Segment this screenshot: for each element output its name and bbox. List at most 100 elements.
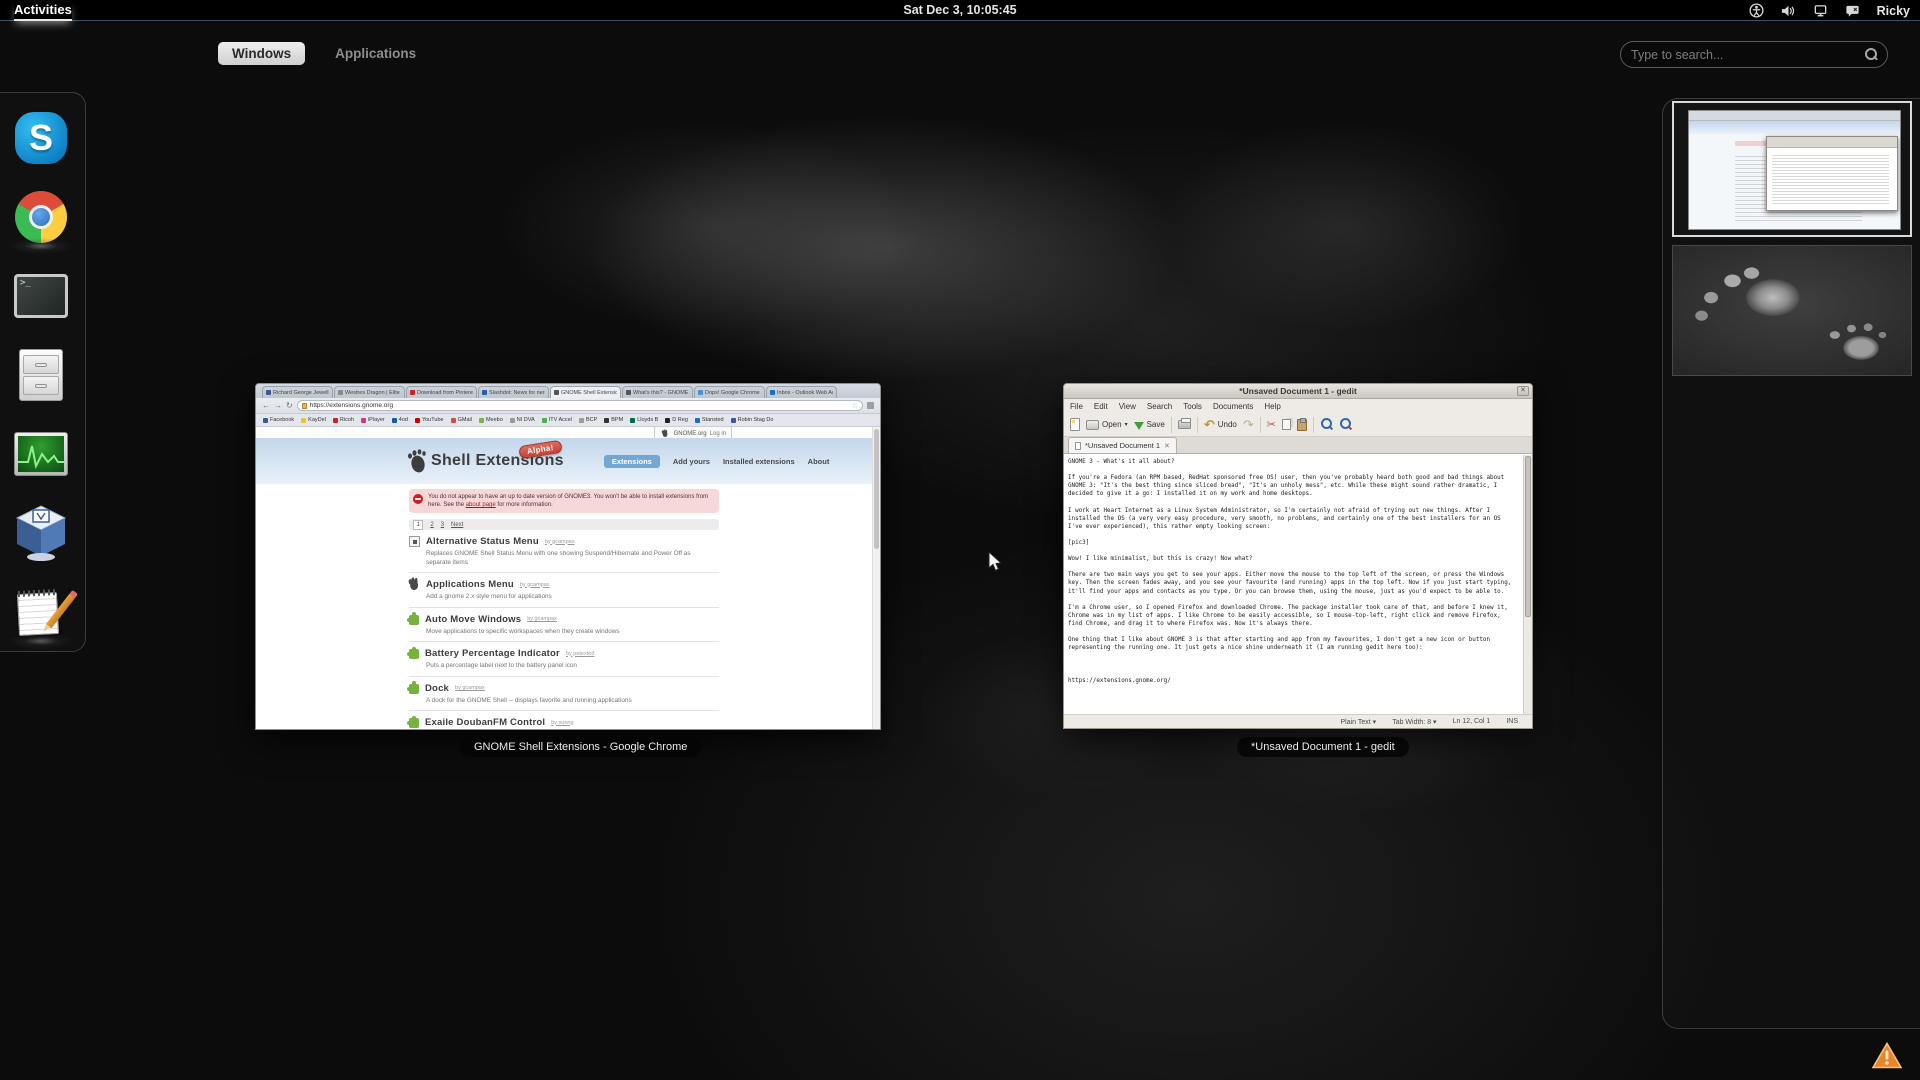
- browser-tab[interactable]: Download from Pinterest: [406, 386, 477, 398]
- menu-documents[interactable]: Documents: [1213, 402, 1253, 411]
- bookmark-item[interactable]: BPM: [604, 417, 623, 423]
- menu-view[interactable]: View: [1119, 402, 1136, 411]
- new-document-button[interactable]: [1070, 418, 1080, 431]
- bookmark-item[interactable]: ITV Accel: [542, 417, 572, 423]
- nav-installed-extensions[interactable]: Installed extensions: [723, 457, 795, 466]
- tab-windows[interactable]: Windows: [218, 42, 305, 65]
- wrench-menu-icon[interactable]: [867, 402, 874, 409]
- bookmark-item[interactable]: 4od: [392, 417, 408, 423]
- browser-tab[interactable]: Dops! Google Chrome ex: [694, 386, 765, 398]
- browser-tab[interactable]: What's this? - GNOME Sh: [622, 386, 693, 398]
- text-editor-area[interactable]: GNOME 3 - What's it all about? If you're…: [1064, 455, 1523, 714]
- page-1[interactable]: 1: [413, 520, 423, 530]
- bookmark-item[interactable]: Ricoh: [333, 417, 354, 423]
- author-link[interactable]: by sunng: [551, 720, 573, 726]
- accessibility-icon[interactable]: [1749, 3, 1764, 18]
- undo-button[interactable]: ↶Undo: [1204, 420, 1237, 430]
- menu-search[interactable]: Search: [1147, 402, 1172, 411]
- browser-tab[interactable]: Westres Dragon | Elite Ha: [334, 386, 405, 398]
- dock-item-system-monitor[interactable]: [12, 425, 70, 483]
- nav-extensions[interactable]: Extensions: [604, 455, 660, 468]
- save-button[interactable]: Save: [1134, 420, 1165, 429]
- bookmark-item[interactable]: D Reg: [665, 417, 688, 423]
- dock-item-files[interactable]: [12, 346, 70, 404]
- bookmark-item[interactable]: iPlayer: [361, 417, 385, 423]
- find-button[interactable]: [1320, 418, 1333, 431]
- bookmark-item[interactable]: Stansted: [695, 417, 724, 423]
- close-icon[interactable]: ✕: [1517, 386, 1529, 396]
- bookmark-star-icon[interactable]: ☆: [852, 402, 858, 410]
- browser-tab[interactable]: Slashdot: News for nerds: [478, 386, 549, 398]
- tab-applications[interactable]: Applications: [321, 42, 430, 65]
- bookmark-item[interactable]: Facebook: [263, 417, 294, 423]
- print-button[interactable]: [1178, 420, 1191, 429]
- dock-item-skype[interactable]: S: [12, 109, 70, 167]
- close-tab-icon[interactable]: ✕: [1164, 442, 1170, 450]
- extension-link[interactable]: Dock: [425, 683, 449, 694]
- window-preview-chrome[interactable]: Richard George Jewell Ha Westres Dragon …: [255, 383, 881, 730]
- volume-icon[interactable]: [1781, 4, 1796, 18]
- chat-status-icon[interactable]: [1845, 4, 1860, 18]
- bookmark-item[interactable]: Robin Stag Do: [731, 417, 774, 423]
- extension-link[interactable]: Battery Percentage Indicator: [425, 648, 560, 659]
- author-link[interactable]: by gcampax: [520, 582, 550, 588]
- about-page-link[interactable]: about page: [466, 502, 496, 508]
- page-2[interactable]: 2: [430, 522, 433, 528]
- login-link[interactable]: Log in: [710, 431, 726, 437]
- bookmark-item[interactable]: BCP: [579, 417, 597, 423]
- workspace-thumbnail-2[interactable]: [1672, 245, 1912, 376]
- forward-icon[interactable]: →: [274, 402, 282, 410]
- replace-button[interactable]: [1339, 418, 1352, 431]
- extension-link[interactable]: Applications Menu: [426, 579, 514, 590]
- extension-link[interactable]: Exaile DoubanFM Control: [425, 717, 545, 728]
- back-icon[interactable]: ←: [262, 402, 270, 410]
- author-link[interactable]: by petexted: [566, 651, 594, 657]
- browser-tab[interactable]: Inbox - Outlook Web Acc: [766, 386, 837, 398]
- dock-item-virtualbox[interactable]: [12, 504, 70, 562]
- cut-button[interactable]: ✂: [1267, 420, 1276, 430]
- clock[interactable]: Sat Dec 3, 10:05:45: [0, 3, 1920, 17]
- author-link[interactable]: by gcampax: [545, 539, 575, 545]
- workspace-thumbnail-1[interactable]: [1672, 101, 1912, 237]
- paste-button[interactable]: [1297, 419, 1307, 431]
- menu-tools[interactable]: Tools: [1183, 402, 1202, 411]
- menu-file[interactable]: File: [1070, 402, 1083, 411]
- open-button[interactable]: Open▾: [1086, 420, 1128, 430]
- scrollbar[interactable]: [1523, 455, 1532, 714]
- page-3[interactable]: 3: [441, 522, 444, 528]
- browser-tab[interactable]: Richard George Jewell Ha: [262, 386, 333, 398]
- search-input[interactable]: Type to search...: [1620, 41, 1888, 68]
- dock-item-chrome[interactable]: [12, 188, 70, 246]
- tab-width-selector[interactable]: Tab Width: 8 ▾: [1392, 718, 1436, 726]
- extension-link[interactable]: Alternative Status Menu: [426, 536, 539, 547]
- window-preview-gedit[interactable]: *Unsaved Document 1 - gedit ✕ File Edit …: [1063, 383, 1533, 729]
- nav-about[interactable]: About: [808, 457, 830, 466]
- dock-item-gedit[interactable]: [12, 583, 70, 641]
- bookmark-item[interactable]: GMail: [451, 417, 472, 423]
- reload-icon[interactable]: ↻: [286, 402, 293, 410]
- copy-button[interactable]: [1282, 419, 1291, 430]
- nav-add-yours[interactable]: Add yours: [673, 457, 710, 466]
- browser-tab-active[interactable]: GNOME Shell Extensions: [550, 386, 621, 398]
- bookmark-item[interactable]: Meebo: [479, 417, 503, 423]
- bookmark-item[interactable]: KayDel: [301, 417, 326, 423]
- menu-help[interactable]: Help: [1264, 402, 1280, 411]
- bookmark-item[interactable]: YouTube: [415, 417, 444, 423]
- extension-link[interactable]: Auto Move Windows: [425, 614, 521, 625]
- bookmark-item[interactable]: NI DVA: [510, 417, 535, 423]
- dock-item-terminal[interactable]: >_: [12, 267, 70, 325]
- author-link[interactable]: by gcampax: [527, 616, 557, 622]
- page-next[interactable]: Next: [451, 522, 463, 528]
- address-bar[interactable]: https://extensions.gnome.org ☆: [297, 400, 863, 411]
- user-menu[interactable]: Ricky: [1877, 4, 1910, 18]
- display-network-icon[interactable]: [1813, 4, 1828, 18]
- warning-tray-icon[interactable]: [1872, 1042, 1902, 1074]
- document-tab[interactable]: *Unsaved Document 1 ✕: [1068, 437, 1177, 453]
- find-icon: [1320, 418, 1333, 431]
- redo-button[interactable]: ↷: [1243, 420, 1254, 430]
- scrollbar[interactable]: [872, 427, 880, 729]
- bookmark-item[interactable]: Lloyds B: [630, 417, 658, 423]
- language-selector[interactable]: Plain Text ▾: [1340, 718, 1376, 726]
- menu-edit[interactable]: Edit: [1094, 402, 1108, 411]
- author-link[interactable]: by gcampax: [455, 685, 485, 691]
